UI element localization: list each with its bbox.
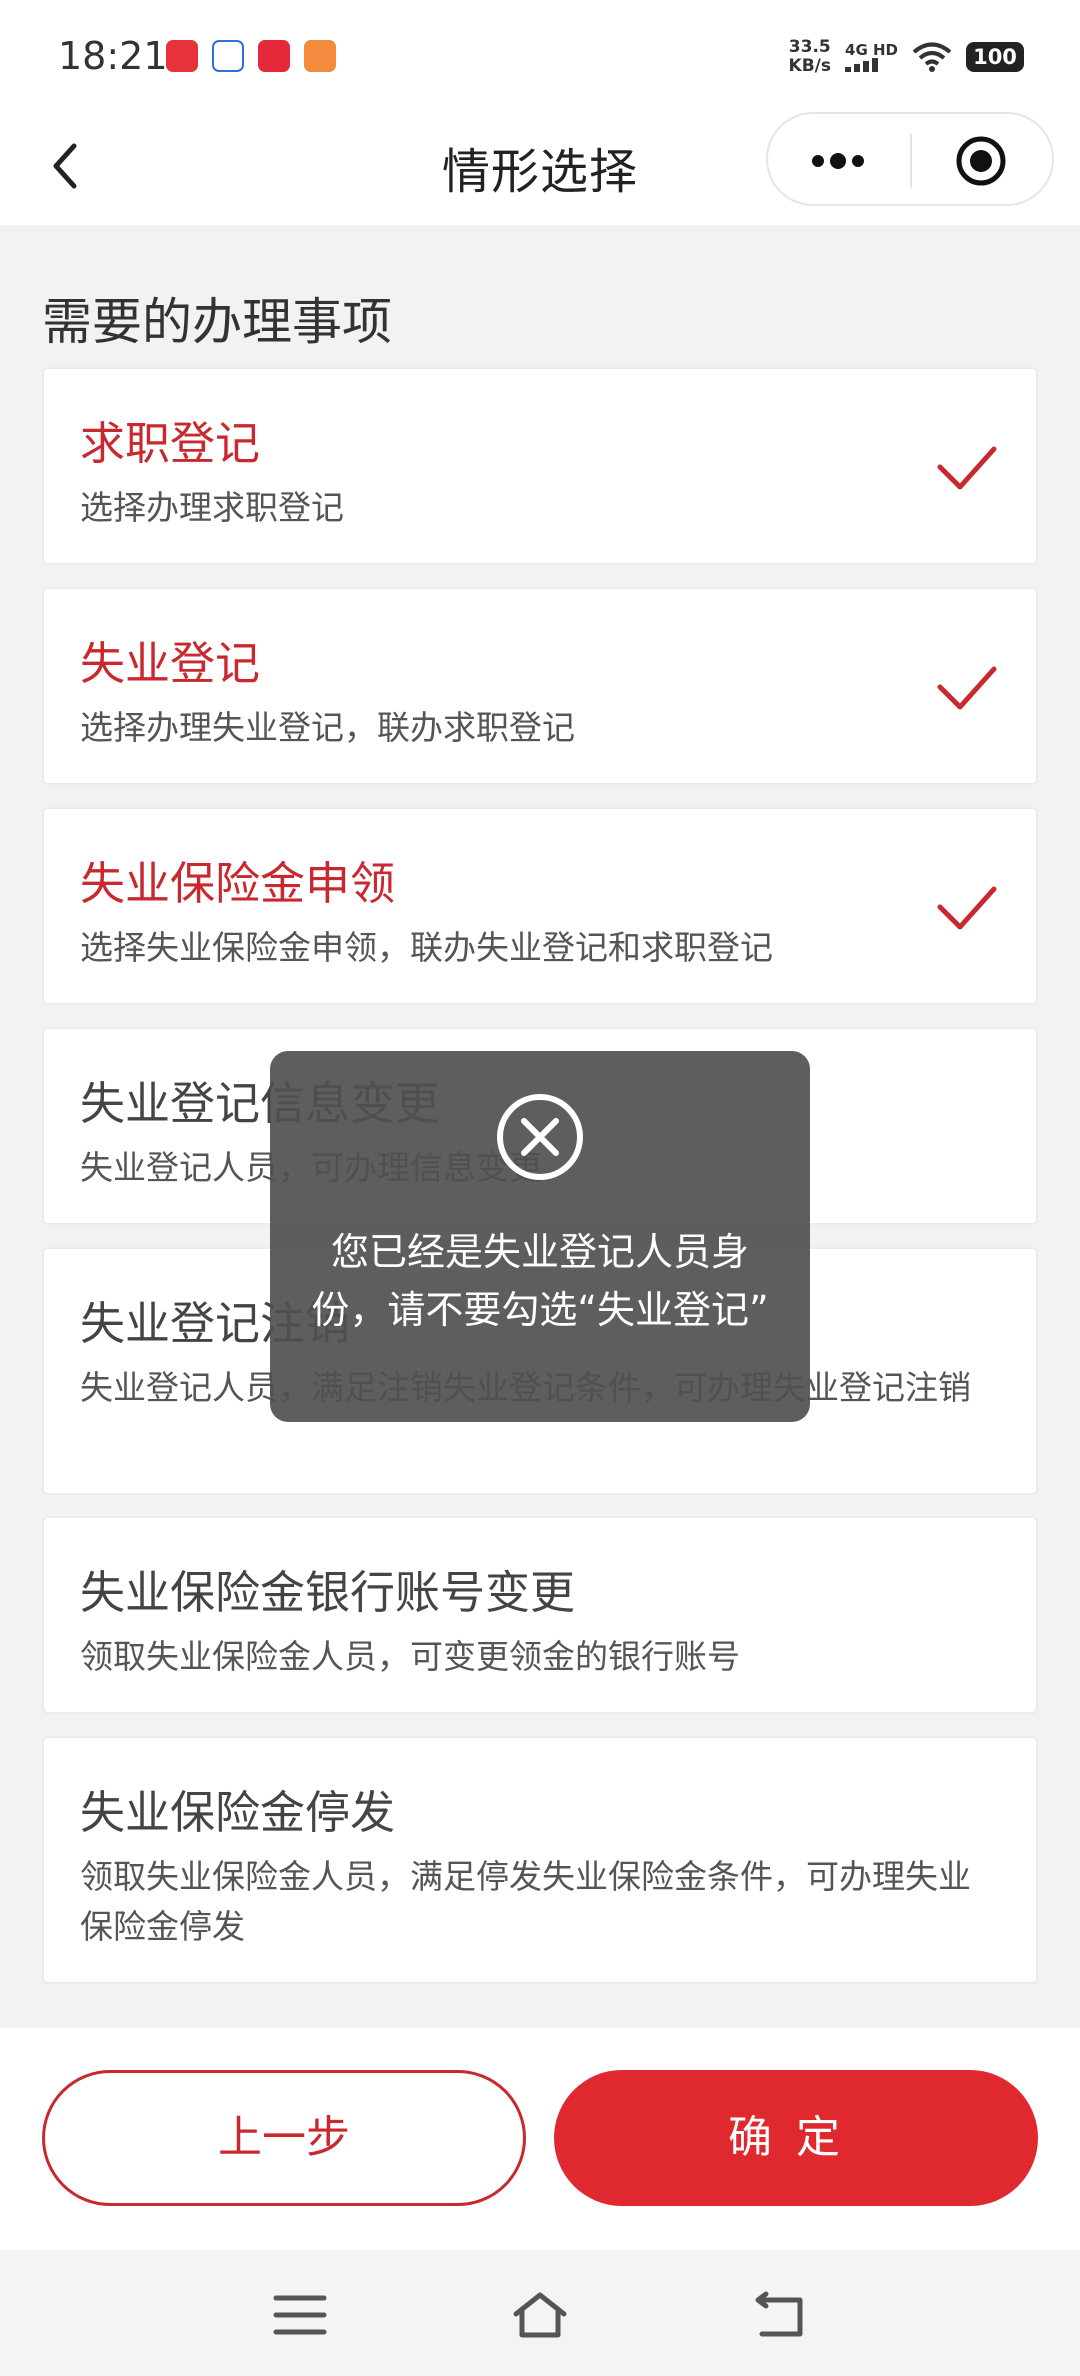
signal-indicator: 4G HD (845, 42, 898, 72)
option-title: 失业保险金银行账号变更 (80, 1566, 576, 1619)
miniprogram-capsule (766, 112, 1054, 206)
error-toast: 您已经是失业登记人员身份，请不要勾选“失业登记” (270, 1051, 810, 1422)
status-time: 18:21 (58, 34, 168, 78)
status-indicators: 33.5 KB/s 4G HD 100 (789, 38, 1024, 76)
network-speed-value: 33.5 (788, 37, 831, 57)
close-miniprogram-icon[interactable] (954, 134, 1008, 188)
baidu-icon (212, 40, 244, 72)
home-icon[interactable] (512, 2290, 568, 2340)
taobao-icon (166, 40, 198, 72)
status-bar: 18:21 33.5 KB/s 4G HD 100 (0, 0, 1080, 110)
option-description: 选择办理失业登记，联办求职登记 (80, 708, 575, 747)
option-title: 失业登记 (80, 637, 261, 690)
toast-message: 您已经是失业登记人员身份，请不要勾选“失业登记” (311, 1230, 769, 1332)
section-title: 需要的办理事项 (42, 293, 392, 351)
option-title: 失业保险金申领 (80, 857, 396, 910)
network-speed-unit: KB/s (788, 56, 832, 76)
option-title: 求职登记 (80, 417, 261, 470)
signal-icon (845, 58, 879, 72)
system-navigation-bar (0, 2250, 1080, 2376)
error-circle-x-icon (497, 1094, 583, 1180)
option-card-insurance-suspension[interactable]: 失业保险金停发 领取失业保险金人员，满足停发失业保险金条件，可办理失业保险金停发 (42, 1736, 1038, 1984)
status-app-icons (166, 40, 336, 72)
network-speed: 33.5 KB/s (789, 38, 831, 76)
option-description: 选择办理求职登记 (80, 488, 344, 527)
option-card-job-registration[interactable]: 求职登记 选择办理求职登记 (42, 367, 1038, 565)
capsule-divider (910, 134, 912, 188)
checkmark-icon (937, 886, 997, 930)
xiaohongshu-icon (258, 40, 290, 72)
bottom-action-bar: 上一步 确定 (0, 2028, 1080, 2250)
option-title: 失业保险金停发 (80, 1786, 396, 1839)
checkmark-icon (937, 446, 997, 490)
wifi-icon (912, 42, 952, 72)
option-card-unemployment-registration[interactable]: 失业登记 选择办理失业登记，联办求职登记 (42, 587, 1038, 785)
back-system-icon[interactable] (752, 2290, 808, 2340)
checkmark-icon (937, 666, 997, 710)
nav-bar: 情形选择 (0, 110, 1080, 225)
option-card-bank-account-change[interactable]: 失业保险金银行账号变更 领取失业保险金人员，可变更领金的银行账号 (42, 1516, 1038, 1714)
menu-icon[interactable] (272, 2290, 328, 2340)
option-description: 领取失业保险金人员，满足停发失业保险金条件，可办理失业保险金停发 (80, 1857, 971, 1946)
option-description: 领取失业保险金人员，可变更领金的银行账号 (80, 1637, 740, 1676)
battery-indicator: 100 (966, 42, 1024, 72)
orange-app-icon (304, 40, 336, 72)
network-type: 4G HD (845, 41, 898, 59)
option-description: 选择失业保险金申领，联办失业登记和求职登记 (80, 928, 773, 967)
confirm-button[interactable]: 确定 (554, 2070, 1038, 2206)
more-options-icon[interactable] (806, 134, 870, 188)
previous-step-button[interactable]: 上一步 (42, 2070, 526, 2206)
option-card-insurance-claim[interactable]: 失业保险金申领 选择失业保险金申领，联办失业登记和求职登记 (42, 807, 1038, 1005)
